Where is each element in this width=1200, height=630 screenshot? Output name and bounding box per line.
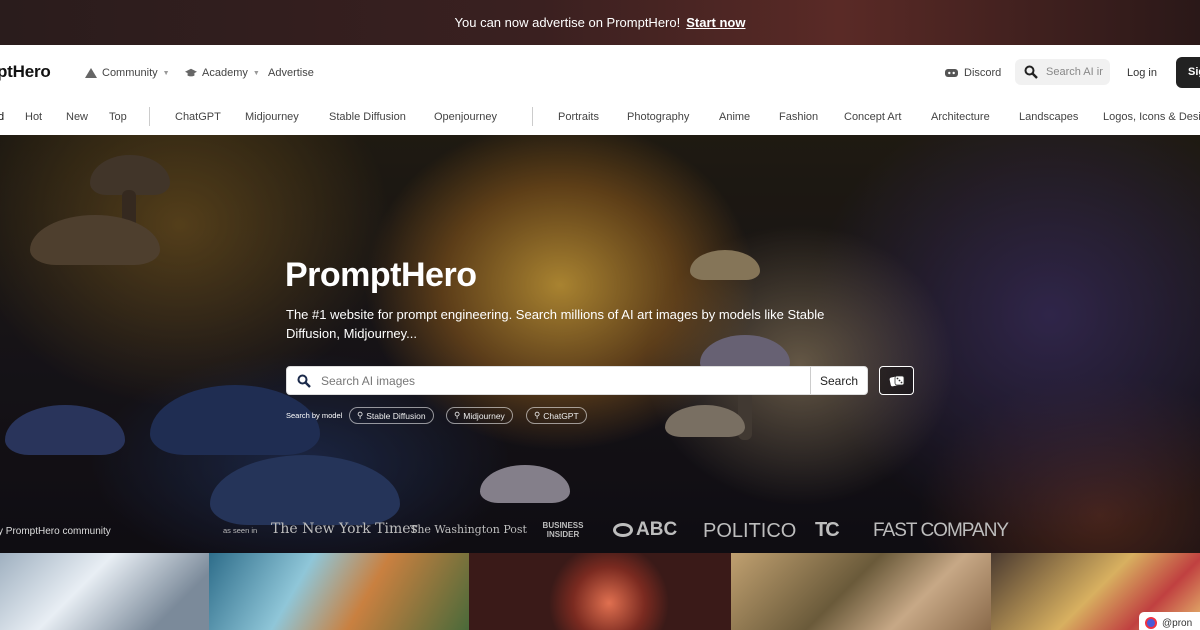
divider [532, 107, 533, 126]
login-link[interactable]: Log in [1127, 67, 1157, 79]
discord-icon [945, 69, 958, 77]
announcement-bar: You can now advertise on PromptHero! Sta… [0, 0, 1200, 45]
search-icon [297, 374, 311, 388]
tab-sort-0[interactable]: d [0, 111, 4, 123]
divider [149, 107, 150, 126]
search-button[interactable]: Search [810, 367, 867, 394]
chip-chatgpt[interactable]: ⚲ ChatGPT [526, 407, 587, 424]
chip-label: Midjourney [463, 410, 505, 421]
graduation-cap-icon [185, 68, 197, 77]
press-logo-abc: ABC [613, 519, 677, 541]
discord-link[interactable]: Discord [945, 67, 1001, 79]
tab-landscapes[interactable]: Landscapes [1019, 111, 1078, 123]
hero-search-placeholder: Search AI images [321, 373, 416, 388]
search-icon: ⚲ [534, 410, 541, 420]
nav-advertise-label: Advertise [268, 67, 314, 79]
gallery-image[interactable] [469, 553, 731, 630]
hero-search-input[interactable]: Search AI images [287, 367, 810, 394]
user-badge[interactable]: @pron [1139, 612, 1200, 630]
start-now-link[interactable]: Start now [686, 15, 745, 30]
abc-logo-icon [613, 523, 633, 537]
top-nav: ptHero Community ▼ Academy ▼ Advertise D… [0, 45, 1200, 101]
search-icon: ⚲ [454, 410, 461, 420]
gallery-image[interactable] [209, 553, 469, 630]
header-search-placeholder: Search AI ir [1046, 66, 1103, 78]
tab-anime[interactable]: Anime [719, 111, 750, 123]
image-grid [0, 553, 1200, 630]
tab-logos-icons[interactable]: Logos, Icons & Desig [1103, 111, 1200, 123]
announcement-text: You can now advertise on PromptHero! [454, 15, 681, 30]
press-logo-washington-post: The Washington Post [410, 523, 527, 536]
avatar [1145, 617, 1157, 629]
nav-academy-label: Academy [202, 67, 248, 79]
chip-label: Stable Diffusion [366, 410, 426, 421]
random-button[interactable] [879, 366, 914, 395]
hero-search-bar: Search AI images Search [286, 366, 868, 395]
chip-midjourney[interactable]: ⚲ Midjourney [446, 407, 513, 424]
chevron-down-icon: ▼ [162, 69, 170, 77]
search-by-model-label: Search by model [286, 411, 343, 420]
hero-overlay [0, 135, 1200, 553]
hero-title: PromptHero [285, 256, 477, 294]
press-logo-techcrunch: TC [815, 519, 840, 541]
press-logo-nyt: The New York Times [271, 521, 418, 537]
site-header: ptHero Community ▼ Academy ▼ Advertise D… [0, 45, 1200, 135]
header-search-input[interactable]: Search AI ir [1015, 59, 1110, 85]
press-logo-politico: POLITICO [703, 520, 797, 542]
discord-label: Discord [964, 67, 1002, 79]
tab-concept-art[interactable]: Concept Art [844, 111, 901, 123]
chip-stable-diffusion[interactable]: ⚲ Stable Diffusion [349, 407, 434, 424]
tab-chatgpt[interactable]: ChatGPT [175, 111, 221, 123]
category-nav: d Hot New Top ChatGPT Midjourney Stable … [0, 101, 1200, 135]
tab-hot[interactable]: Hot [25, 111, 42, 123]
community-label: y PromptHero community [0, 526, 111, 537]
community-icon [85, 68, 97, 78]
chevron-down-icon: ▼ [252, 69, 260, 77]
press-logo-business-insider: BUSINESS INSIDER [542, 521, 584, 539]
tab-top[interactable]: Top [109, 111, 127, 123]
gallery-image[interactable] [0, 553, 209, 630]
tab-architecture[interactable]: Architecture [931, 111, 990, 123]
search-icon: ⚲ [357, 410, 364, 420]
tab-new[interactable]: New [66, 111, 88, 123]
tab-portraits[interactable]: Portraits [558, 111, 599, 123]
tab-midjourney[interactable]: Midjourney [245, 111, 299, 123]
tab-fashion[interactable]: Fashion [779, 111, 818, 123]
gallery-image[interactable] [731, 553, 991, 630]
logo[interactable]: ptHero [0, 62, 51, 82]
dice-icon [889, 375, 904, 387]
tab-stable-diffusion[interactable]: Stable Diffusion [329, 111, 406, 123]
hero-subtitle: The #1 website for prompt engineering. S… [286, 307, 825, 341]
nav-community-label: Community [102, 67, 158, 79]
nav-academy[interactable]: Academy ▼ [185, 67, 260, 79]
as-seen-in-label: as seen in [223, 526, 258, 535]
user-badge-label: @pron [1162, 617, 1193, 629]
chip-label: ChatGPT [543, 410, 579, 421]
nav-advertise[interactable]: Advertise [268, 67, 314, 79]
press-logo-fast-company: FAST COMPANY [873, 520, 1009, 541]
press-logo-abc-text: ABC [636, 519, 678, 540]
search-icon [1024, 65, 1038, 79]
tab-photography[interactable]: Photography [627, 111, 689, 123]
hero-section: PromptHero The #1 website for prompt eng… [0, 135, 1200, 553]
signup-button[interactable]: Sig [1176, 57, 1200, 88]
tab-openjourney[interactable]: Openjourney [434, 111, 497, 123]
nav-community[interactable]: Community ▼ [85, 67, 170, 79]
